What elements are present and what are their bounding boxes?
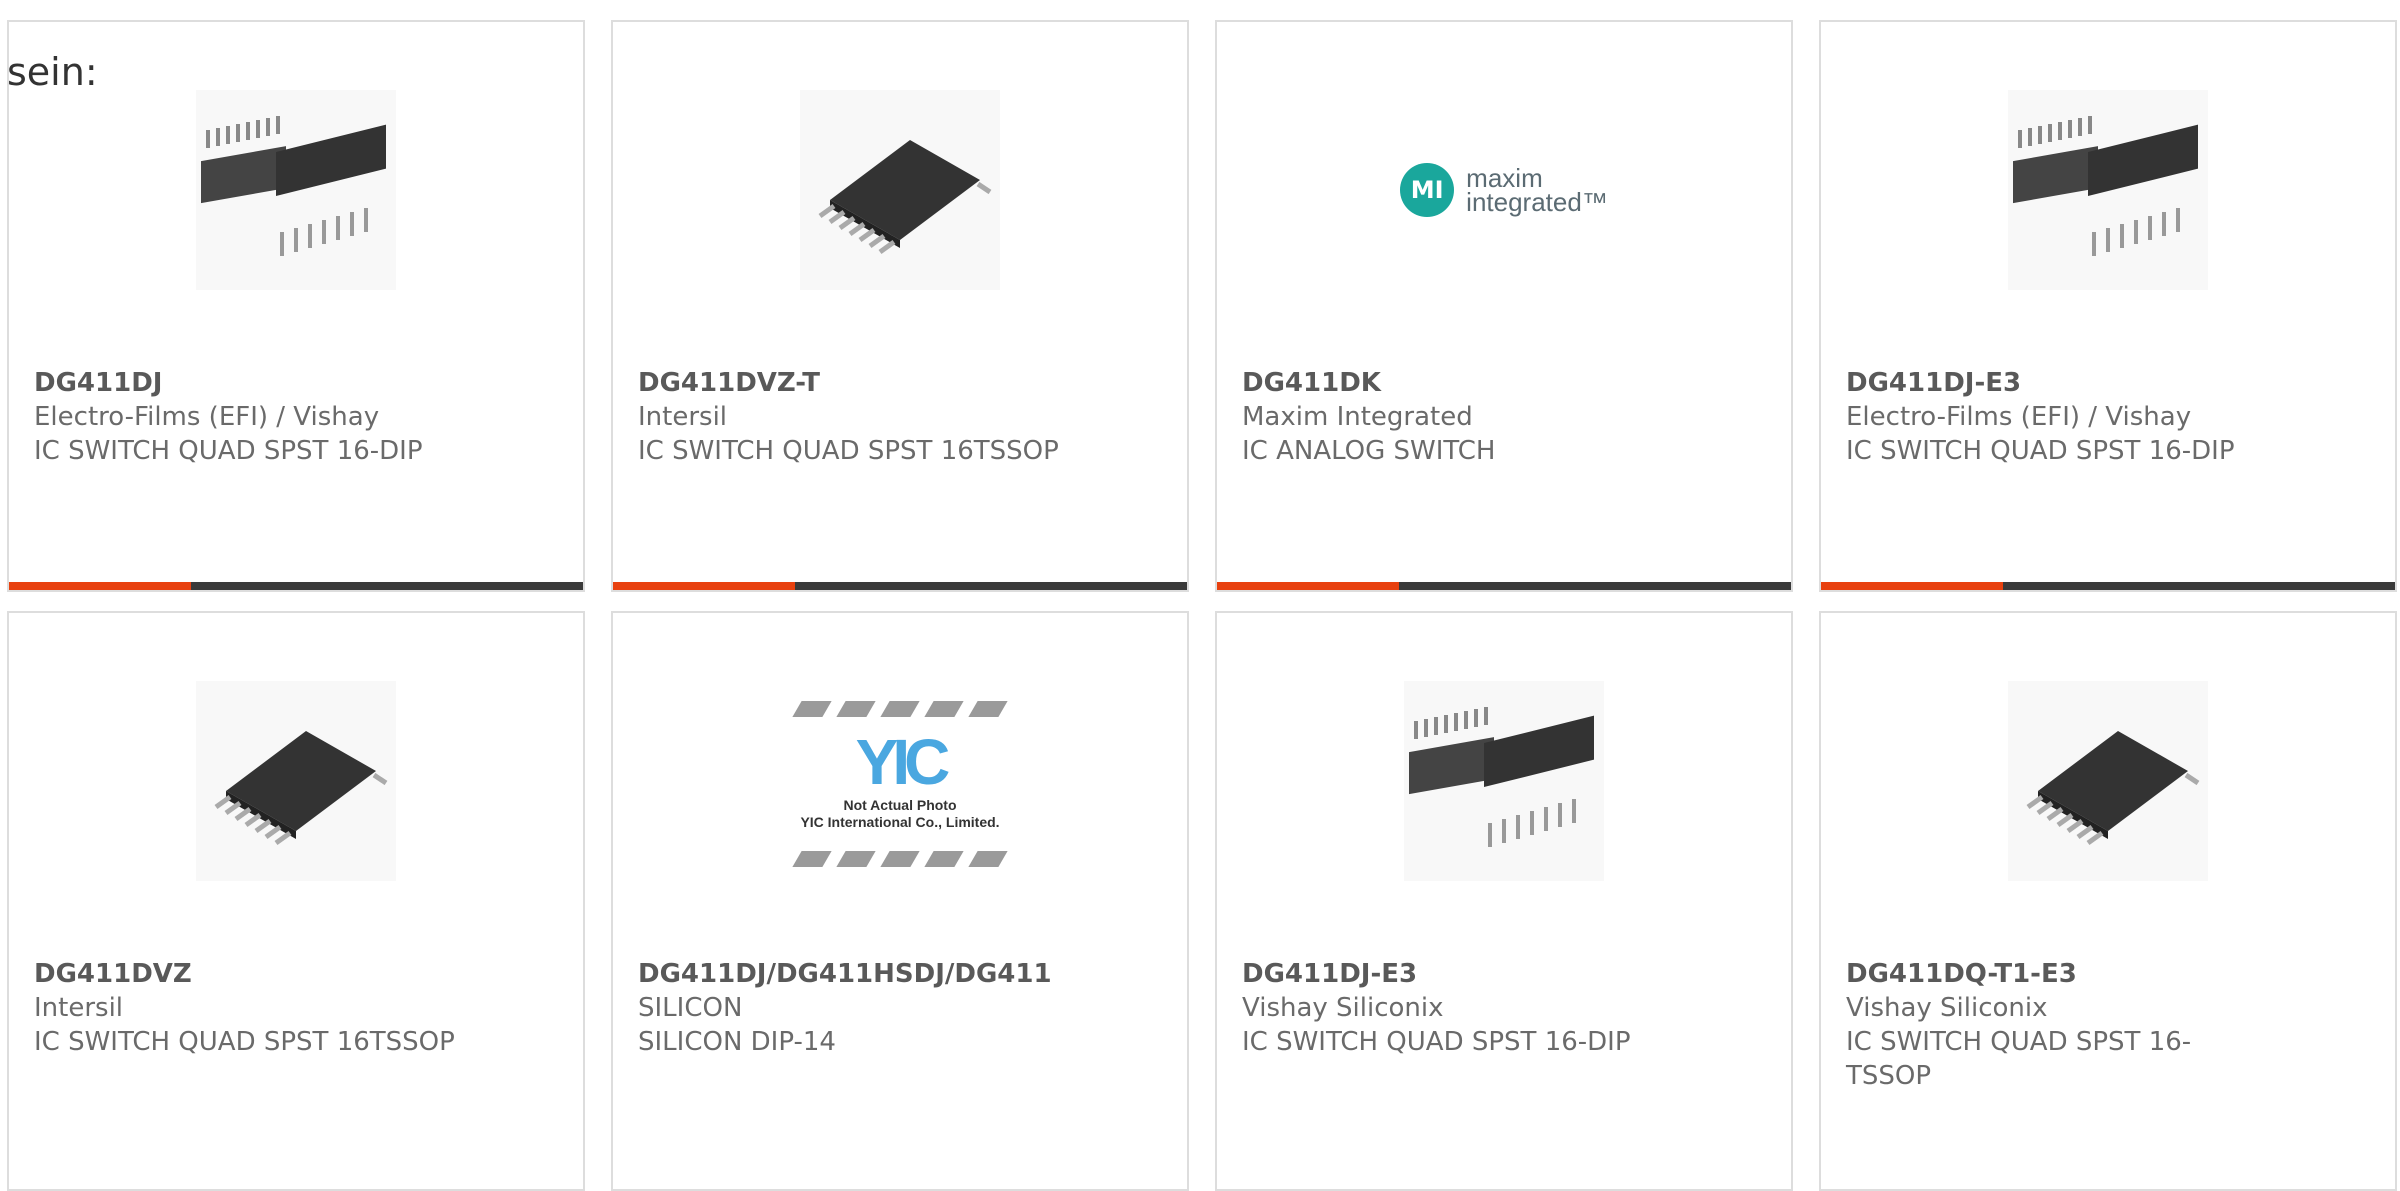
description: IC ANALOG SWITCH	[1242, 436, 1496, 466]
product-info: DG411DJ/DG411HSDJ/DG411 SILICON SILICON …	[638, 957, 1167, 1059]
dip-package-icon	[201, 116, 386, 256]
yic-placeholder: YIC Not Actual Photo YIC International C…	[765, 701, 1035, 941]
part-number[interactable]: DG411DQ-T1-E3	[1846, 957, 2195, 991]
manufacturer: Intersil	[638, 402, 728, 432]
bar-accent	[613, 582, 795, 590]
intro-text: sein:	[7, 50, 98, 94]
yic-logo: YIC	[855, 726, 951, 798]
description: IC SWITCH QUAD SPST 16-DIP	[34, 436, 423, 466]
product-info: DG411DJ-E3 Electro-Films (EFI) / Vishay …	[1846, 366, 2375, 468]
card-bottom-bar	[613, 582, 1187, 590]
product-card[interactable]: DG411DJ-E3 Vishay Siliconix IC SWITCH QU…	[1215, 611, 1793, 1191]
description: IC SWITCH QUAD SPST 16-DIP	[1846, 436, 2235, 466]
part-number[interactable]: DG411DJ	[34, 366, 563, 400]
description: SILICON DIP-14	[638, 1027, 836, 1057]
product-card[interactable]: YIC Not Actual Photo YIC International C…	[611, 611, 1189, 1191]
manufacturer: Electro-Films (EFI) / Vishay	[1846, 402, 2192, 432]
product-card[interactable]: DG411DVZ Intersil IC SWITCH QUAD SPST 16…	[7, 611, 585, 1191]
card-bottom-bar	[9, 582, 583, 590]
chip-row-bottom	[765, 851, 1035, 867]
tssop-package-icon	[818, 140, 992, 255]
description: IC SWITCH QUAD SPST 16-TSSOP	[1846, 1027, 2192, 1091]
description: IC SWITCH QUAD SPST 16TSSOP	[34, 1027, 455, 1057]
photo-note-1: Not Actual Photo	[843, 797, 957, 813]
maxim-logo: MI maxim integrated™	[1400, 163, 1608, 217]
manufacturer: Maxim Integrated	[1242, 402, 1473, 432]
product-image[interactable]	[196, 681, 396, 881]
dip-package-icon	[1409, 707, 1594, 847]
part-number[interactable]: DG411DJ-E3	[1846, 366, 2375, 400]
product-info: DG411DVZ Intersil IC SWITCH QUAD SPST 16…	[34, 957, 563, 1059]
product-image[interactable]: YIC Not Actual Photo YIC International C…	[765, 701, 1035, 941]
product-info: DG411DJ Electro-Films (EFI) / Vishay IC …	[34, 366, 563, 468]
manufacturer: Electro-Films (EFI) / Vishay	[34, 402, 380, 432]
product-card[interactable]: DG411DQ-T1-E3 Vishay Siliconix IC SWITCH…	[1819, 611, 2397, 1191]
product-image[interactable]	[196, 90, 396, 290]
product-card[interactable]: DG411DVZ-T Intersil IC SWITCH QUAD SPST …	[611, 20, 1189, 592]
photo-note-2: YIC International Co., Limited.	[800, 814, 1000, 830]
product-image[interactable]: MI maxim integrated™	[1400, 90, 1608, 290]
tssop-package-icon	[214, 731, 388, 846]
maxim-logo-mark: MI	[1400, 163, 1455, 217]
dip-package-icon	[2013, 116, 2198, 256]
part-number[interactable]: DG411DVZ	[34, 957, 563, 991]
product-image[interactable]	[800, 90, 1000, 290]
product-image[interactable]	[1404, 681, 1604, 881]
chip-row-top	[765, 701, 1035, 717]
manufacturer: Vishay Siliconix	[1242, 993, 1444, 1023]
product-info: DG411DK Maxim Integrated IC ANALOG SWITC…	[1242, 366, 1771, 468]
part-number[interactable]: DG411DJ/DG411HSDJ/DG411	[638, 957, 1167, 991]
manufacturer: Vishay Siliconix	[1846, 993, 2048, 1023]
product-info: DG411DVZ-T Intersil IC SWITCH QUAD SPST …	[638, 366, 1167, 468]
product-info: DG411DJ-E3 Vishay Siliconix IC SWITCH QU…	[1242, 957, 1771, 1059]
description: IC SWITCH QUAD SPST 16TSSOP	[638, 436, 1059, 466]
bar-accent	[1217, 582, 1399, 590]
tssop-package-icon	[2026, 731, 2200, 846]
manufacturer: Intersil	[34, 993, 124, 1023]
product-info: DG411DQ-T1-E3 Vishay Siliconix IC SWITCH…	[1846, 957, 2195, 1093]
bar-accent	[1821, 582, 2003, 590]
card-bottom-bar	[1217, 582, 1791, 590]
manufacturer: SILICON	[638, 993, 743, 1023]
part-number[interactable]: DG411DJ-E3	[1242, 957, 1771, 991]
description: IC SWITCH QUAD SPST 16-DIP	[1242, 1027, 1631, 1057]
product-card[interactable]: MI maxim integrated™ DG411DK Maxim Integ…	[1215, 20, 1793, 592]
part-number[interactable]: DG411DVZ-T	[638, 366, 1167, 400]
product-card[interactable]: DG411DJ-E3 Electro-Films (EFI) / Vishay …	[1819, 20, 2397, 592]
product-card[interactable]: DG411DJ Electro-Films (EFI) / Vishay IC …	[7, 20, 585, 592]
maxim-logo-line2: integrated™	[1466, 187, 1608, 217]
card-bottom-bar	[1821, 582, 2395, 590]
product-image[interactable]	[2008, 90, 2208, 290]
part-number[interactable]: DG411DK	[1242, 366, 1771, 400]
product-image[interactable]	[2008, 681, 2208, 881]
bar-accent	[9, 582, 191, 590]
